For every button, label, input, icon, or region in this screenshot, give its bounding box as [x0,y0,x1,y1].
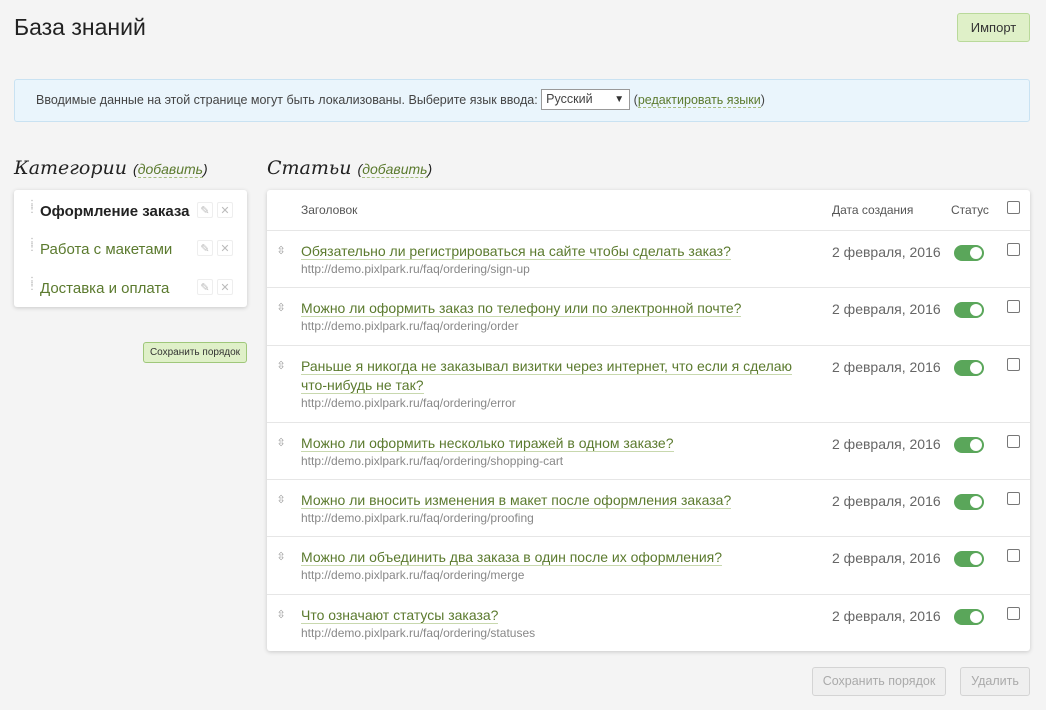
row-checkbox[interactable] [1007,300,1020,313]
language-select[interactable]: Русский ▼ [541,88,631,110]
save-articles-order-button[interactable]: Сохранить порядок [812,667,946,696]
article-date: 2 февраля, 2016 [832,301,941,317]
status-toggle[interactable] [954,302,984,318]
import-button[interactable]: Импорт [957,13,1030,42]
table-row: ⇳ Можно ли оформить несколько тиражей в … [267,423,1030,480]
category-item[interactable]: ⋮ ⋮ Оформление заказа ✎ ✕ [14,192,247,230]
close-icon[interactable]: ✕ [217,202,233,218]
row-checkbox[interactable] [1007,607,1020,620]
drag-handle-icon[interactable]: ⋮ ⋮ [27,277,37,295]
localization-notice: Вводимые данные на этой странице могут б… [14,79,1030,122]
table-row: ⇳ Можно ли оформить заказ по телефону ил… [267,288,1030,346]
articles-table: Заголовок Дата создания Статус ⇳ Обязате… [267,190,1030,651]
article-url: http://demo.pixlpark.ru/faq/ordering/err… [301,396,516,410]
row-checkbox[interactable] [1007,358,1020,371]
save-categories-order-button[interactable]: Сохранить порядок [143,342,247,363]
column-status: Статус [951,203,989,217]
article-title-link[interactable]: Что означают статусы заказа? [301,606,801,625]
article-title-link[interactable]: Раньше я никогда не заказывал визитки че… [301,357,801,395]
category-item[interactable]: ⋮ ⋮ Доставка и оплата ✎ ✕ [14,269,247,307]
article-url: http://demo.pixlpark.ru/faq/ordering/sho… [301,454,564,468]
page-title: База знаний [14,14,146,40]
delete-button[interactable]: Удалить [960,667,1030,696]
article-date: 2 февраля, 2016 [832,608,941,624]
close-icon[interactable]: ✕ [217,240,233,256]
article-title-link[interactable]: Можно ли объединить два заказа в один по… [301,548,801,567]
article-title-link[interactable]: Можно ли вносить изменения в макет после… [301,491,801,510]
categories-list: ⋮ ⋮ Оформление заказа ✎ ✕ ⋮ ⋮ Работа с мак… [14,190,247,307]
categories-title: Категории [14,157,127,179]
category-label[interactable]: Работа с макетами [40,241,172,258]
article-url: http://demo.pixlpark.ru/faq/ordering/sig… [301,262,530,276]
edit-icon[interactable]: ✎ [197,202,213,218]
table-row: ⇳ Можно ли объединить два заказа в один … [267,537,1030,595]
table-header: Заголовок Дата создания Статус [267,190,1030,231]
row-checkbox[interactable] [1007,492,1020,505]
table-row: ⇳ Обязательно ли регистрироваться на сай… [267,231,1030,288]
edit-languages-link[interactable]: редактировать языки [637,93,761,108]
status-toggle[interactable] [954,245,984,261]
drag-handle-icon[interactable]: ⇳ [275,436,287,450]
drag-handle-icon[interactable]: ⋮ ⋮ [27,238,37,256]
articles-heading: Статьи (добавить) [267,157,433,179]
add-article-link[interactable]: добавить [362,161,428,178]
table-row: ⇳ Можно ли вносить изменения в макет пос… [267,480,1030,537]
select-all-checkbox[interactable] [1007,201,1020,214]
article-date: 2 февраля, 2016 [832,493,941,509]
article-date: 2 февраля, 2016 [832,550,941,566]
category-label[interactable]: Доставка и оплата [40,280,169,297]
column-title: Заголовок [301,203,358,217]
status-toggle[interactable] [954,494,984,510]
article-url: http://demo.pixlpark.ru/faq/ordering/sta… [301,626,536,640]
drag-handle-icon[interactable]: ⇳ [275,244,287,258]
article-url: http://demo.pixlpark.ru/faq/ordering/mer… [301,568,525,582]
categories-heading: Категории (добавить) [14,157,208,179]
drag-handle-icon[interactable]: ⇳ [275,608,287,622]
category-item[interactable]: ⋮ ⋮ Работа с макетами ✎ ✕ [14,230,247,268]
category-label[interactable]: Оформление заказа [40,203,190,220]
language-select-value: Русский [546,91,593,106]
column-date: Дата создания [832,203,914,217]
drag-handle-icon[interactable]: ⋮ ⋮ [27,200,37,218]
table-row: ⇳ Раньше я никогда не заказывал визитки … [267,346,1030,423]
status-toggle[interactable] [954,437,984,453]
close-icon[interactable]: ✕ [217,279,233,295]
article-title-link[interactable]: Можно ли оформить несколько тиражей в од… [301,434,801,453]
article-date: 2 февраля, 2016 [832,359,941,375]
article-title-link[interactable]: Обязательно ли регистрироваться на сайте… [301,242,801,261]
articles-title: Статьи [267,157,352,179]
article-url: http://demo.pixlpark.ru/faq/ordering/ord… [301,319,519,333]
table-row: ⇳ Что означают статусы заказа? http://de… [267,595,1030,651]
row-checkbox[interactable] [1007,435,1020,448]
drag-handle-icon[interactable]: ⇳ [275,301,287,315]
article-url: http://demo.pixlpark.ru/faq/ordering/pro… [301,511,534,525]
drag-handle-icon[interactable]: ⇳ [275,550,287,564]
row-checkbox[interactable] [1007,549,1020,562]
add-category-link[interactable]: добавить [137,161,204,178]
status-toggle[interactable] [954,360,984,376]
chevron-down-icon: ▼ [614,93,625,105]
edit-icon[interactable]: ✎ [197,279,213,295]
article-date: 2 февраля, 2016 [832,244,941,260]
article-title-link[interactable]: Можно ли оформить заказ по телефону или … [301,299,801,318]
status-toggle[interactable] [954,551,984,567]
notice-text: Вводимые данные на этой странице могут б… [36,93,538,107]
drag-handle-icon[interactable]: ⇳ [275,493,287,507]
status-toggle[interactable] [954,609,984,625]
article-date: 2 февраля, 2016 [832,436,941,452]
row-checkbox[interactable] [1007,243,1020,256]
edit-icon[interactable]: ✎ [197,240,213,256]
drag-handle-icon[interactable]: ⇳ [275,359,287,373]
